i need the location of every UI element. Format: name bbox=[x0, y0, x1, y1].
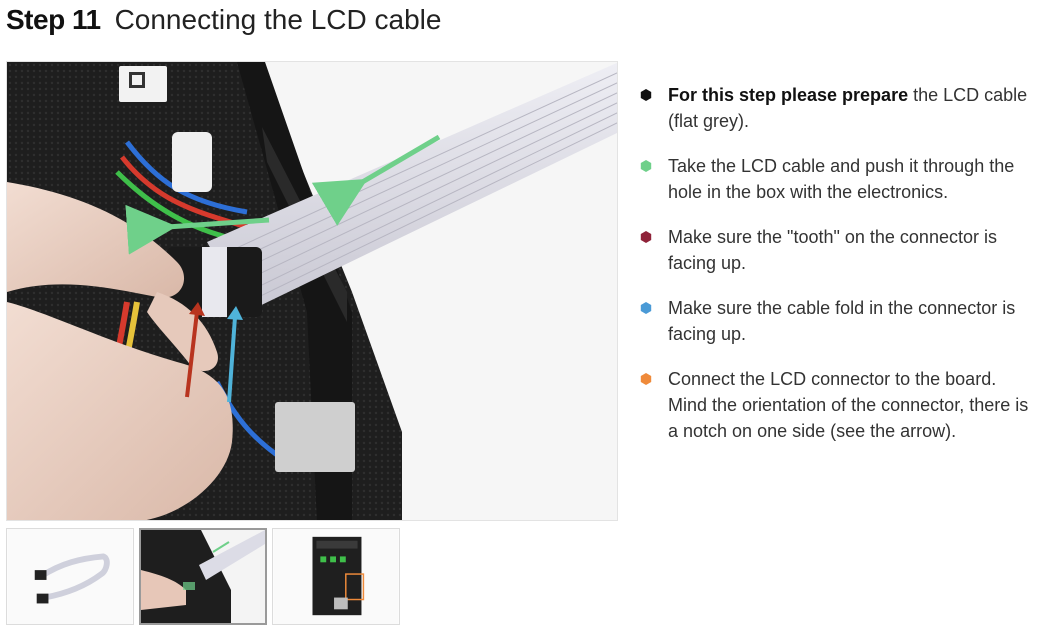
instruction-3-text: Make sure the "tooth" on the connector i… bbox=[668, 227, 997, 273]
instruction-4-text: Make sure the cable fold in the connecto… bbox=[668, 298, 1016, 344]
instruction-1-bold: For this step please prepare bbox=[668, 85, 909, 105]
instruction-item-3: Make sure the "tooth" on the connector i… bbox=[638, 224, 1033, 276]
instruction-item-2: Take the LCD cable and push it through t… bbox=[638, 153, 1033, 205]
step-title: Connecting the LCD cable bbox=[114, 4, 442, 35]
instruction-5-text: Connect the LCD connector to the board. … bbox=[668, 369, 1029, 441]
instruction-item-5: Connect the LCD connector to the board. … bbox=[638, 366, 1033, 444]
step-number: Step 11 bbox=[6, 4, 101, 35]
thumb-board-connector[interactable] bbox=[272, 528, 400, 625]
step-page: Step 11 Connecting the LCD cable For thi… bbox=[0, 0, 1043, 636]
black-hexagon-bullet-icon bbox=[640, 89, 652, 101]
step-header: Step 11 Connecting the LCD cable bbox=[6, 4, 441, 38]
instruction-item-1: For this step please prepare the LCD cab… bbox=[638, 82, 1033, 134]
thumb-lcd-cable[interactable] bbox=[6, 528, 134, 625]
thumb-cable-through-box-image bbox=[141, 530, 265, 623]
red-hexagon-bullet-icon bbox=[640, 231, 652, 243]
thumb-cable-through-box[interactable] bbox=[139, 528, 267, 625]
thumbnail-strip bbox=[6, 528, 400, 625]
main-step-photo[interactable] bbox=[6, 61, 618, 521]
instruction-item-4: Make sure the cable fold in the connecto… bbox=[638, 295, 1033, 347]
thumb-lcd-cable-image bbox=[7, 529, 133, 624]
thumb-board-connector-image bbox=[273, 529, 399, 624]
instruction-list: For this step please prepare the LCD cab… bbox=[638, 82, 1033, 463]
main-photo-illustration bbox=[7, 62, 617, 520]
green-hexagon-bullet-icon bbox=[640, 160, 652, 172]
orange-hexagon-bullet-icon bbox=[640, 373, 652, 385]
instruction-2-text: Take the LCD cable and push it through t… bbox=[668, 156, 1015, 202]
blue-hexagon-bullet-icon bbox=[640, 302, 652, 314]
